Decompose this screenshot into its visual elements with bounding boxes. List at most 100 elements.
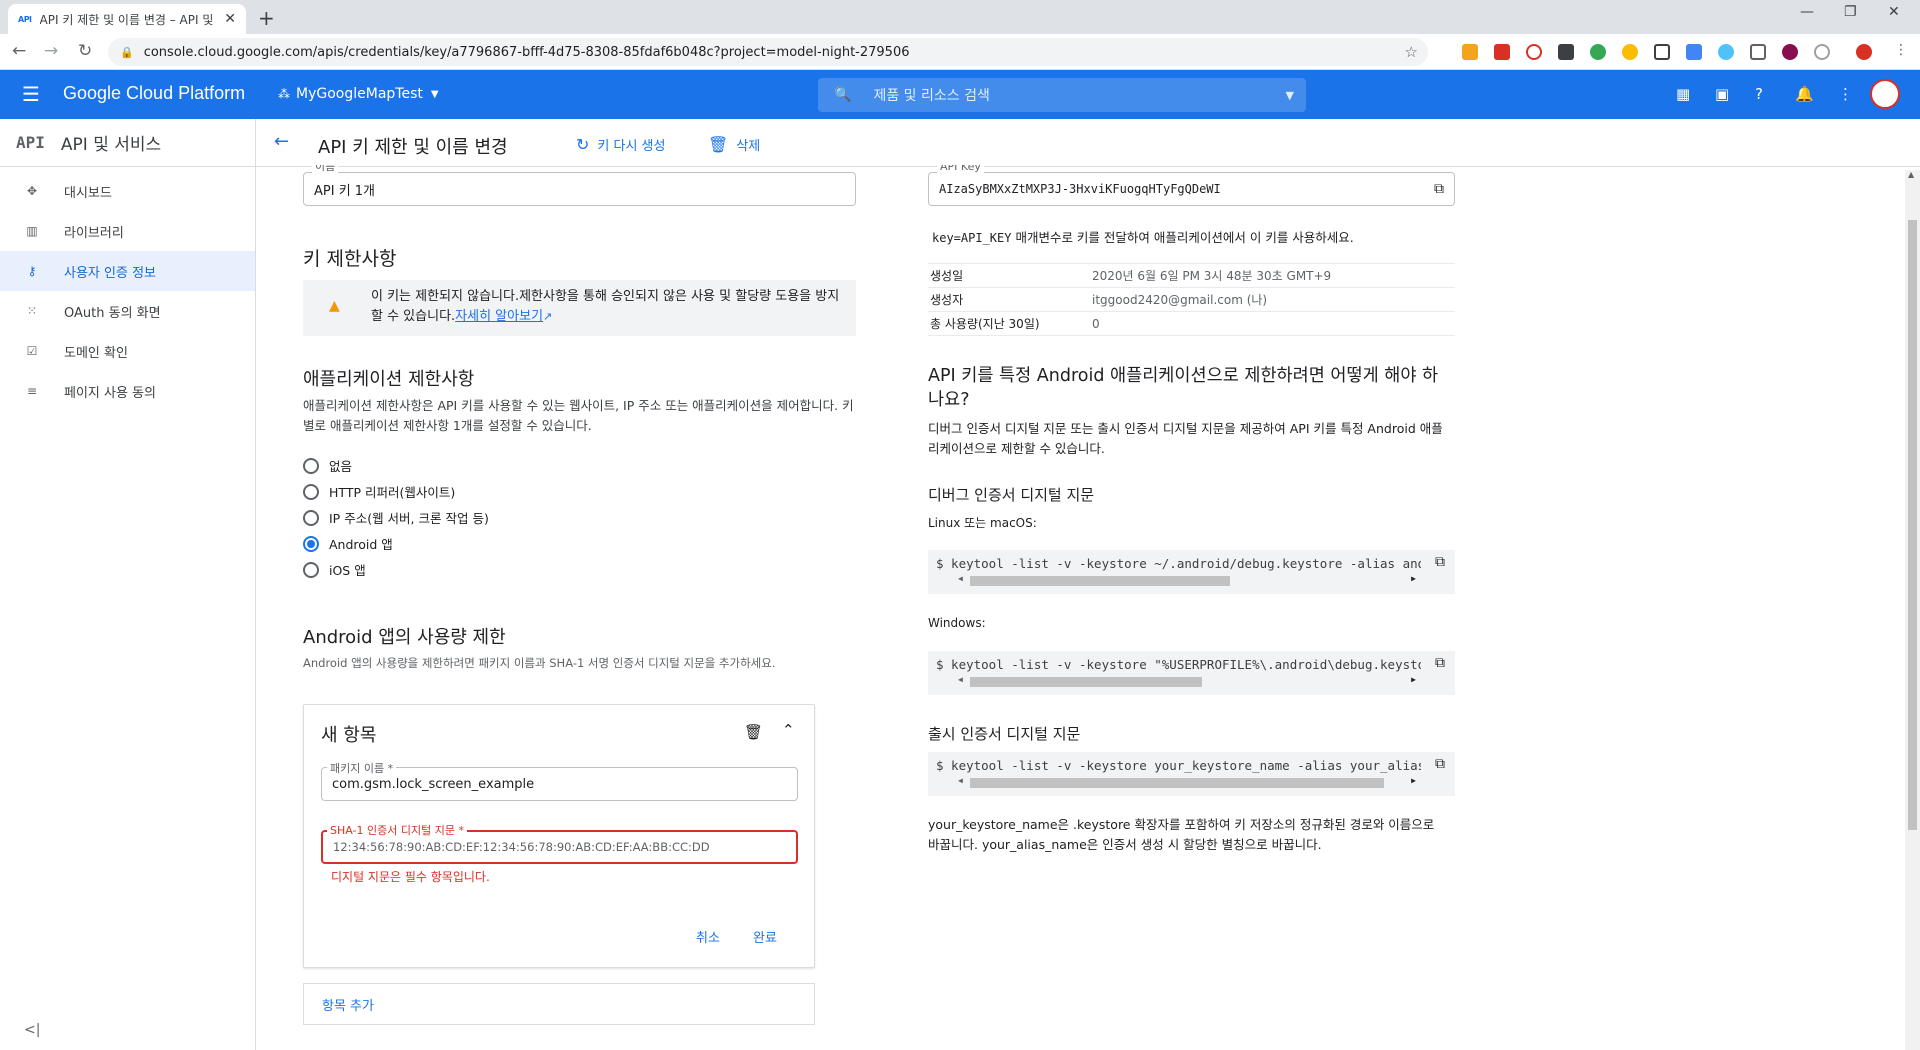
extension-icon[interactable] bbox=[1494, 44, 1510, 60]
sidebar-item-library[interactable]: ▥ 라이브러리 bbox=[0, 211, 255, 251]
bookmark-star-icon[interactable]: ☆ bbox=[1405, 43, 1418, 61]
restore-icon[interactable]: ❐ bbox=[1844, 4, 1857, 20]
copy-icon[interactable]: ⧉ bbox=[1434, 181, 1444, 197]
collapse-sidebar-icon[interactable]: <| bbox=[24, 1022, 40, 1038]
extension-icon[interactable] bbox=[1590, 44, 1606, 60]
sidebar-item-oauth[interactable]: ⁙ OAuth 동의 화면 bbox=[0, 291, 255, 331]
sidebar-item-domain-verification[interactable]: ☑ 도메인 확인 bbox=[0, 331, 255, 371]
extension-icon[interactable] bbox=[1462, 44, 1478, 60]
close-window-icon[interactable]: ✕ bbox=[1888, 4, 1900, 20]
project-selector[interactable]: ⁂ MyGoogleMapTest ▼ bbox=[278, 86, 439, 102]
scroll-left-icon[interactable]: ◀ bbox=[958, 574, 963, 583]
radio-none[interactable]: 없음 bbox=[303, 456, 352, 475]
help-icon[interactable]: ? bbox=[1755, 85, 1763, 103]
sidebar-item-credentials[interactable]: ⚷ 사용자 인증 정보 bbox=[0, 251, 255, 291]
horizontal-scrollbar[interactable]: ◀ ▶ bbox=[958, 776, 1416, 788]
add-item-button[interactable]: 항목 추가 bbox=[303, 983, 815, 1025]
page-header: ← API 키 제한 및 이름 변경 ↻ 키 다시 생성 🗑 삭제 bbox=[256, 119, 1920, 167]
chevron-up-icon[interactable]: ⌃ bbox=[782, 721, 795, 739]
address-bar[interactable]: 🔒 console.cloud.google.com/apis/credenti… bbox=[108, 38, 1428, 66]
delete-button[interactable]: 🗑 삭제 bbox=[708, 135, 760, 154]
search-input[interactable]: 🔍 제품 및 리소스 검색 ▼ bbox=[818, 78, 1306, 112]
radio-button[interactable] bbox=[303, 483, 319, 500]
sidebar-item-label: 대시보드 bbox=[64, 185, 112, 201]
scroll-left-icon[interactable]: ◀ bbox=[958, 675, 963, 684]
radio-android-app[interactable]: Android 앱 bbox=[303, 534, 393, 553]
search-icon: 🔍 bbox=[834, 87, 852, 103]
avatar[interactable] bbox=[1870, 79, 1900, 109]
search-dropdown-icon[interactable]: ▼ bbox=[1286, 89, 1294, 102]
minimize-icon[interactable]: — bbox=[1800, 4, 1814, 20]
browser-tabstrip: API API 키 제한 및 이름 변경 – API 및 ✕ + — ❐ ✕ bbox=[0, 0, 1920, 34]
meta-value: 2020년 6월 6일 PM 3시 48분 30초 GMT+9 bbox=[1092, 269, 1332, 283]
done-button[interactable]: 완료 bbox=[753, 927, 777, 946]
scroll-up-icon[interactable]: ▲ bbox=[1908, 170, 1914, 179]
android-restrictions-heading: Android 앱의 사용량 제한 bbox=[303, 627, 506, 648]
scrollbar-thumb[interactable] bbox=[970, 576, 1230, 586]
regenerate-key-button[interactable]: ↻ 키 다시 생성 bbox=[576, 135, 665, 154]
hamburger-menu-icon[interactable]: ☰ bbox=[22, 82, 40, 106]
scroll-right-icon[interactable]: ▶ bbox=[1411, 675, 1416, 684]
gcp-title[interactable]: Google Cloud Platform bbox=[63, 83, 245, 104]
page-scrollbar[interactable]: ▲ bbox=[1905, 170, 1920, 1050]
scroll-left-icon[interactable]: ◀ bbox=[958, 776, 963, 785]
horizontal-scrollbar[interactable]: ◀ ▶ bbox=[958, 574, 1416, 586]
extension-icon[interactable] bbox=[1622, 44, 1638, 60]
cancel-button[interactable]: 취소 bbox=[696, 927, 720, 946]
horizontal-scrollbar[interactable]: ◀ ▶ bbox=[958, 675, 1416, 687]
copy-icon[interactable]: ⧉ bbox=[1435, 655, 1445, 671]
radio-http-referrer[interactable]: HTTP 리퍼러(웹사이트) bbox=[303, 482, 455, 501]
extension-icon[interactable] bbox=[1654, 44, 1670, 60]
sha1-placeholder: 12:34:56:78:90:AB:CD:EF:12:34:56:78:90:A… bbox=[333, 840, 710, 854]
radio-button-checked[interactable] bbox=[303, 535, 319, 552]
api-key-label: API Key bbox=[937, 165, 984, 173]
close-tab-icon[interactable]: ✕ bbox=[224, 11, 236, 27]
new-tab-icon[interactable]: + bbox=[258, 6, 275, 30]
url-text: console.cloud.google.com/apis/credential… bbox=[143, 44, 910, 60]
usage-text: 매개변수로 키를 전달하여 애플리케이션에서 이 키를 사용하세요. bbox=[1011, 230, 1354, 245]
radio-ip-address[interactable]: IP 주소(웹 서버, 크론 작업 등) bbox=[303, 508, 489, 527]
radio-ios-app[interactable]: iOS 앱 bbox=[303, 560, 366, 579]
profile-icon[interactable] bbox=[1856, 44, 1872, 60]
extension-icon[interactable] bbox=[1750, 44, 1766, 60]
api-key-value: AIzaSyBMXxZtMXP3J-3HxviKFuogqHTyFgQDeWI bbox=[939, 182, 1221, 196]
scroll-right-icon[interactable]: ▶ bbox=[1411, 776, 1416, 785]
forward-icon[interactable]: → bbox=[44, 41, 58, 61]
app-restrictions-heading: 애플리케이션 제한사항 bbox=[303, 369, 475, 390]
extension-icon[interactable] bbox=[1686, 44, 1702, 60]
trash-icon[interactable]: 🗑 bbox=[744, 723, 763, 741]
unrestricted-warning: ▲ 이 키는 제한되지 않습니다.제한사항을 통해 승인되지 않은 사용 및 할… bbox=[303, 280, 856, 336]
learn-more-link[interactable]: 자세히 알아보기 bbox=[455, 309, 543, 324]
sidebar-item-dashboard[interactable]: ✥ 대시보드 bbox=[0, 171, 255, 211]
scroll-right-icon[interactable]: ▶ bbox=[1411, 574, 1416, 583]
copy-icon[interactable]: ⧉ bbox=[1435, 756, 1445, 772]
radio-label: 없음 bbox=[329, 459, 353, 474]
lock-icon: 🔒 bbox=[120, 45, 134, 59]
browser-menu-icon[interactable]: ⋮ bbox=[1894, 42, 1908, 58]
scrollbar-thumb[interactable] bbox=[970, 778, 1384, 788]
browser-toolbar: ← → ↻ 🔒 console.cloud.google.com/apis/cr… bbox=[0, 34, 1920, 70]
extension-icon[interactable] bbox=[1558, 44, 1574, 60]
extension-icon[interactable] bbox=[1814, 44, 1830, 60]
back-icon[interactable]: ← bbox=[12, 41, 26, 61]
radio-button[interactable] bbox=[303, 509, 319, 526]
copy-icon[interactable]: ⧉ bbox=[1435, 554, 1445, 570]
scrollbar-thumb[interactable] bbox=[970, 677, 1202, 687]
back-arrow-icon[interactable]: ← bbox=[274, 131, 289, 152]
name-field[interactable]: API 키 1개 bbox=[303, 172, 856, 206]
browser-tab[interactable]: API API 키 제한 및 이름 변경 – API 및 ✕ bbox=[8, 4, 246, 34]
radio-button[interactable] bbox=[303, 457, 319, 474]
windows-command: $ keytool -list -v -keystore "%USERPROFI… bbox=[936, 657, 1421, 672]
api-key-field[interactable]: AIzaSyBMXxZtMXP3J-3HxviKFuogqHTyFgQDeWI … bbox=[928, 172, 1455, 206]
sidebar-item-page-consent[interactable]: ≡ 페이지 사용 동의 bbox=[0, 371, 255, 411]
extension-icon[interactable] bbox=[1718, 44, 1734, 60]
more-options-icon[interactable]: ⋮ bbox=[1838, 85, 1853, 103]
scrollbar-thumb[interactable] bbox=[1908, 220, 1917, 830]
extension-icon[interactable] bbox=[1782, 44, 1798, 60]
gift-icon[interactable]: ▦ bbox=[1676, 85, 1690, 103]
notifications-icon[interactable]: 🔔 bbox=[1795, 85, 1814, 103]
cloud-shell-icon[interactable]: ▣ bbox=[1715, 85, 1729, 103]
reload-icon[interactable]: ↻ bbox=[78, 41, 92, 61]
radio-button[interactable] bbox=[303, 561, 319, 578]
extension-icon[interactable] bbox=[1526, 44, 1542, 60]
